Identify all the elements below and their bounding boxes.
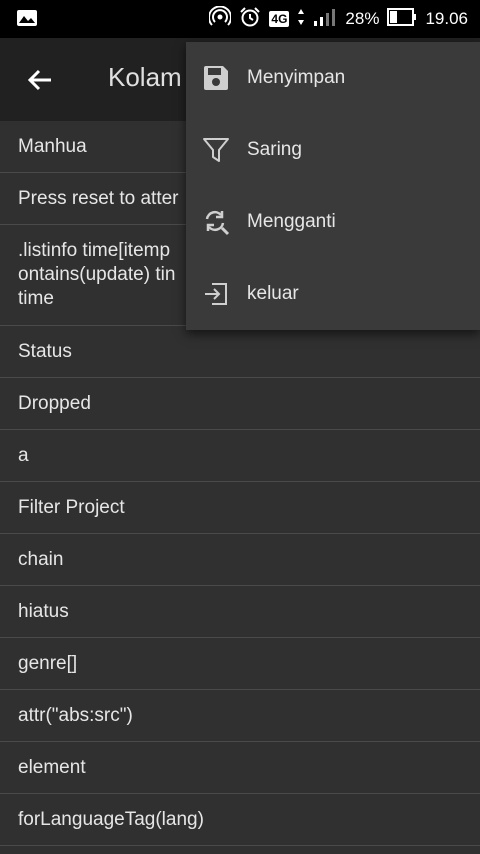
clock: 19.06	[425, 9, 468, 28]
menu-item-label: Menyimpan	[247, 67, 346, 88]
list-item[interactable]: Status	[0, 326, 480, 378]
list-item[interactable]: chain	[0, 534, 480, 586]
list-item[interactable]: forLanguageTag(lang)	[0, 794, 480, 846]
list-item[interactable]: element	[0, 742, 480, 794]
back-button[interactable]	[18, 58, 62, 102]
menu-item-save[interactable]: Menyimpan	[186, 42, 480, 114]
gallery-icon	[16, 9, 38, 32]
menu-item-label: Saring	[247, 139, 302, 160]
save-icon	[204, 66, 228, 90]
signal-icon	[313, 7, 337, 32]
page-title: Kolam	[108, 62, 182, 92]
arrow-back-icon	[27, 69, 51, 91]
network-type-badge: 4G	[269, 11, 290, 27]
list-item[interactable]: attr("abs:src")	[0, 690, 480, 742]
overflow-menu: Menyimpan Saring Mengganti keluar	[186, 42, 480, 330]
status-bar: 4G 28% 19.06	[0, 0, 480, 38]
data-arrows-icon	[297, 8, 305, 31]
list-item[interactable]: genre[]	[0, 638, 480, 690]
list-item[interactable]: a	[0, 430, 480, 482]
menu-item-exit[interactable]: keluar	[186, 258, 480, 330]
hotspot-icon	[208, 5, 233, 33]
list-item[interactable]: Filter Project	[0, 482, 480, 534]
menu-item-label: keluar	[247, 283, 299, 304]
battery-icon	[387, 7, 417, 31]
list-item[interactable]: hiatus	[0, 586, 480, 638]
alarm-icon	[239, 6, 261, 33]
menu-item-filter[interactable]: Saring	[186, 114, 480, 186]
battery-percent: 28%	[345, 9, 380, 28]
menu-item-label: Mengganti	[247, 211, 336, 232]
replace-icon	[205, 210, 230, 236]
menu-item-replace[interactable]: Mengganti	[186, 186, 480, 258]
list-item[interactable]: Dropped	[0, 378, 480, 430]
exit-icon	[205, 283, 227, 305]
filter-icon	[203, 138, 229, 162]
